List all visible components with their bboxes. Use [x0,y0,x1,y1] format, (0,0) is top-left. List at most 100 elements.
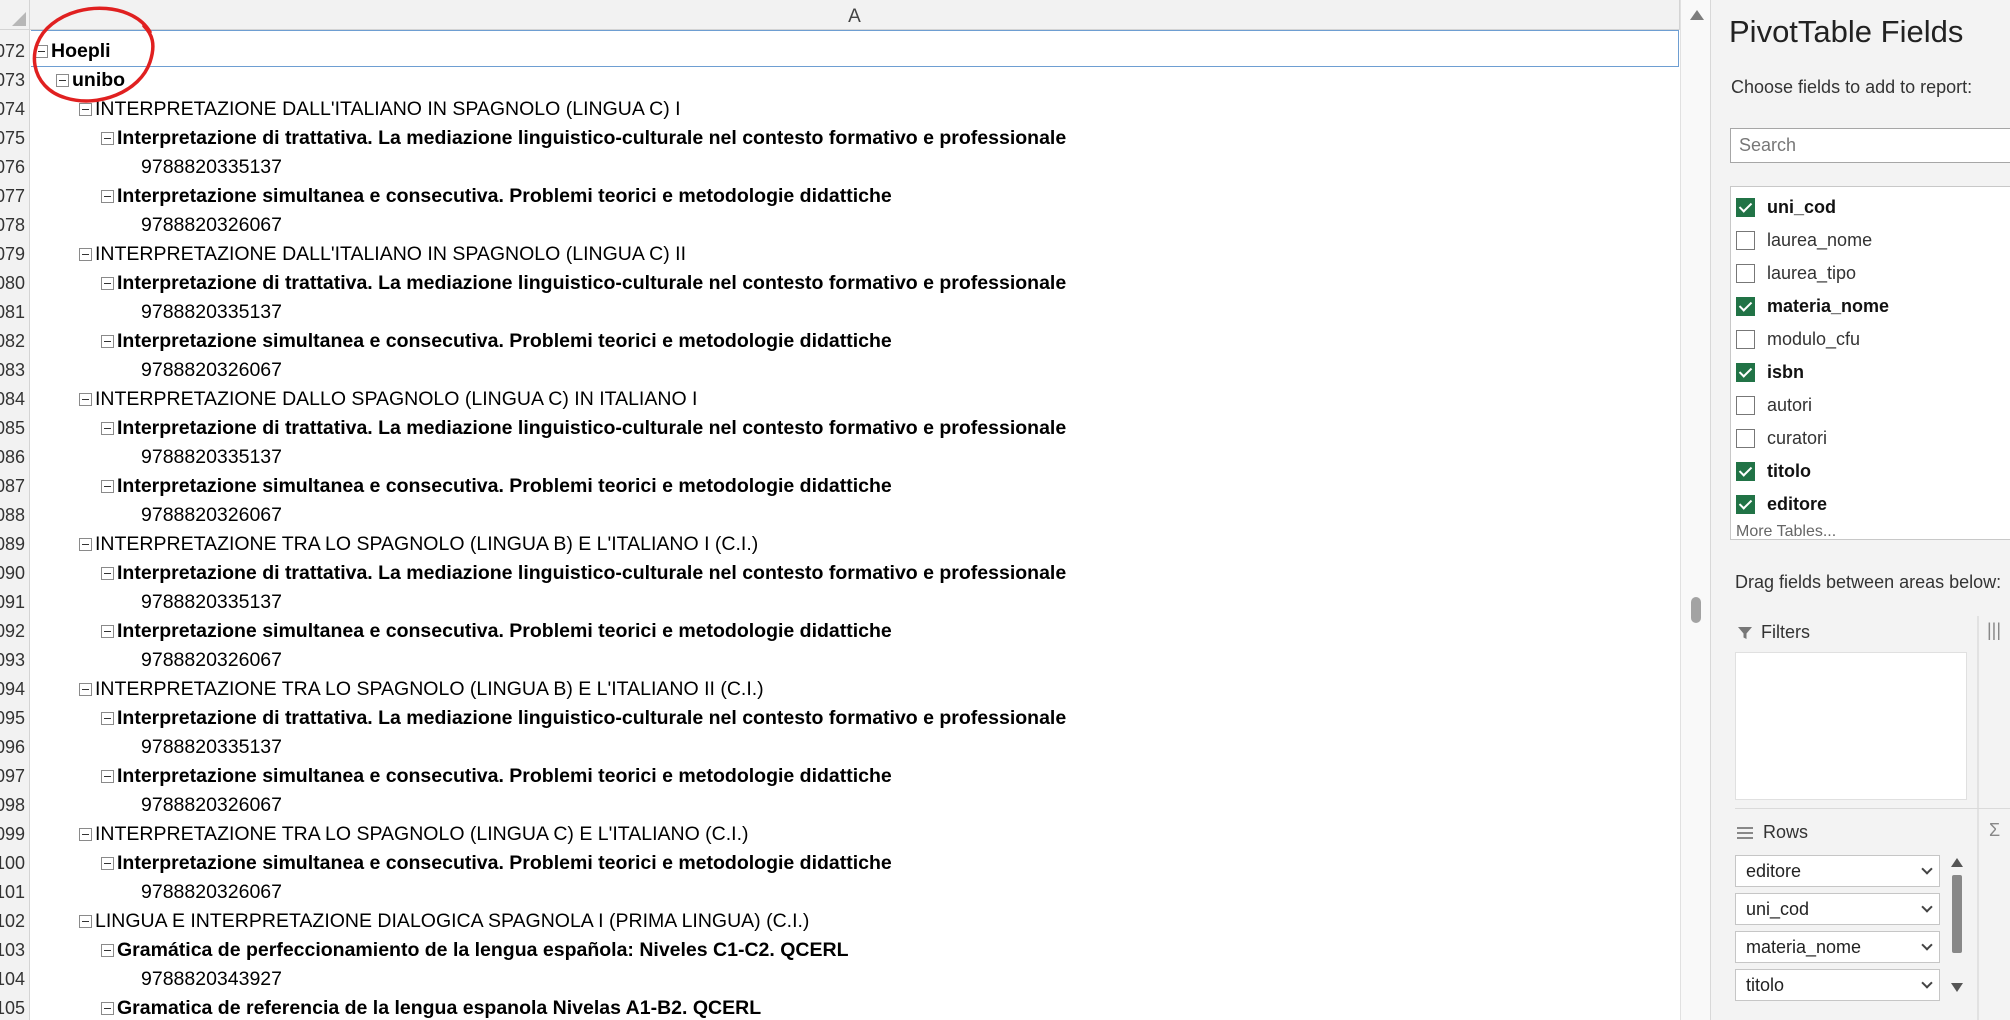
row-number[interactable]: 077 [0,182,25,211]
column-header-a[interactable]: A [30,0,1680,30]
pivot-row-level-4[interactable]: 9788820326067 [141,791,282,820]
row-number[interactable]: 104 [0,965,25,994]
rows-scrollbar-thumb[interactable] [1952,875,1962,953]
field-item[interactable]: curatori [1731,422,2010,455]
row-number[interactable]: 081 [0,298,25,327]
collapse-icon[interactable] [101,422,114,435]
filters-drop-area[interactable] [1735,652,1967,800]
pivot-row-level-1[interactable]: unibo [56,66,125,95]
row-number[interactable]: 089 [0,530,25,559]
chevron-down-icon[interactable] [1921,939,1933,951]
field-item[interactable]: uni_cod [1731,191,2010,224]
pivot-row-level-2[interactable]: INTERPRETAZIONE TRA LO SPAGNOLO (LINGUA … [79,675,764,704]
collapse-icon[interactable] [101,712,114,725]
row-number[interactable]: 092 [0,617,25,646]
row-number[interactable]: 096 [0,733,25,762]
scroll-up-icon[interactable] [1951,858,1963,867]
collapse-icon[interactable] [101,567,114,580]
row-number[interactable]: 095 [0,704,25,733]
field-item[interactable]: materia_nome [1731,290,2010,323]
collapse-icon[interactable] [35,45,48,58]
rows-field-button[interactable]: editore [1735,855,1940,887]
row-number[interactable]: 097 [0,762,25,791]
pivot-row-level-3[interactable]: Interpretazione di trattativa. La mediaz… [101,269,1066,298]
row-number[interactable]: 083 [0,356,25,385]
collapse-icon[interactable] [101,1002,114,1015]
collapse-icon[interactable] [101,190,114,203]
row-number[interactable]: 099 [0,820,25,849]
row-number[interactable]: 085 [0,414,25,443]
chevron-down-icon[interactable] [1921,901,1933,913]
pivot-row-level-2[interactable]: INTERPRETAZIONE DALL'ITALIANO IN SPAGNOL… [79,95,681,124]
pivot-row-level-4[interactable]: 9788820326067 [141,646,282,675]
pivot-row-level-3[interactable]: Interpretazione simultanea e consecutiva… [101,327,892,356]
scroll-down-icon[interactable] [1951,983,1963,992]
pivot-row-level-4[interactable]: 9788820335137 [141,733,282,762]
pivot-row-level-2[interactable]: INTERPRETAZIONE DALL'ITALIANO IN SPAGNOL… [79,240,686,269]
row-number[interactable]: 086 [0,443,25,472]
row-number[interactable]: 087 [0,472,25,501]
rows-field-button[interactable]: uni_cod [1735,893,1940,925]
row-number[interactable]: 079 [0,240,25,269]
collapse-icon[interactable] [79,103,92,116]
checkbox-icon[interactable] [1736,231,1755,250]
field-item[interactable]: isbn [1731,356,2010,389]
field-item[interactable]: laurea_nome [1731,224,2010,257]
rows-field-button[interactable]: titolo [1735,969,1940,1001]
collapse-icon[interactable] [101,335,114,348]
pivot-row-level-3[interactable]: Gramatica de referencia de la lengua esp… [101,994,761,1020]
collapse-icon[interactable] [101,625,114,638]
row-number[interactable]: 080 [0,269,25,298]
checkbox-icon[interactable] [1736,330,1755,349]
row-number[interactable]: 100 [0,849,25,878]
collapse-icon[interactable] [79,393,92,406]
select-all-corner[interactable] [0,0,30,30]
checkbox-icon[interactable] [1736,363,1755,382]
row-number[interactable]: 075 [0,124,25,153]
pivot-row-level-2[interactable]: INTERPRETAZIONE DALLO SPAGNOLO (LINGUA C… [79,385,697,414]
row-number[interactable]: 072 [0,37,25,66]
row-number[interactable]: 084 [0,385,25,414]
pivot-row-level-3[interactable]: Interpretazione di trattativa. La mediaz… [101,414,1066,443]
pivot-row-level-2[interactable]: INTERPRETAZIONE TRA LO SPAGNOLO (LINGUA … [79,530,758,559]
row-number[interactable]: 088 [0,501,25,530]
collapse-icon[interactable] [56,74,69,87]
chevron-down-icon[interactable] [1921,863,1933,875]
pivot-row-level-3[interactable]: Interpretazione simultanea e consecutiva… [101,849,892,878]
row-number[interactable]: 074 [0,95,25,124]
field-item[interactable]: laurea_tipo [1731,257,2010,290]
collapse-icon[interactable] [79,915,92,928]
pivot-row-level-3[interactable]: Interpretazione simultanea e consecutiva… [101,617,892,646]
pivot-row-level-3[interactable]: Interpretazione simultanea e consecutiva… [101,762,892,791]
more-tables-link[interactable]: More Tables... [1736,523,1836,539]
pivot-row-level-3[interactable]: Interpretazione di trattativa. La mediaz… [101,559,1066,588]
pivot-row-level-2[interactable]: INTERPRETAZIONE TRA LO SPAGNOLO (LINGUA … [79,820,748,849]
collapse-icon[interactable] [101,480,114,493]
field-item[interactable]: titolo [1731,455,2010,488]
row-number[interactable]: 102 [0,907,25,936]
collapse-icon[interactable] [101,277,114,290]
scroll-up-icon[interactable] [1690,10,1704,20]
pivot-row-level-3[interactable]: Interpretazione di trattativa. La mediaz… [101,124,1066,153]
pivot-row-level-4[interactable]: 9788820335137 [141,298,282,327]
chevron-down-icon[interactable] [1921,977,1933,989]
field-search-input[interactable] [1730,128,2010,163]
checkbox-icon[interactable] [1736,198,1755,217]
row-number[interactable]: 091 [0,588,25,617]
collapse-icon[interactable] [101,944,114,957]
pivot-row-level-4[interactable]: 9788820343927 [141,965,282,994]
checkbox-icon[interactable] [1736,462,1755,481]
row-number[interactable]: 093 [0,646,25,675]
checkbox-icon[interactable] [1736,264,1755,283]
rows-scrollbar[interactable] [1949,855,1965,995]
pivot-row-level-3[interactable]: Interpretazione di trattativa. La mediaz… [101,704,1066,733]
row-number[interactable]: 076 [0,153,25,182]
collapse-icon[interactable] [101,132,114,145]
checkbox-icon[interactable] [1736,429,1755,448]
pivot-row-level-4[interactable]: 9788820326067 [141,211,282,240]
pivot-row-level-3[interactable]: Interpretazione simultanea e consecutiva… [101,182,892,211]
pivot-row-level-0[interactable]: Hoepli [35,37,111,66]
scrollbar-thumb[interactable] [1691,597,1701,623]
vertical-scrollbar[interactable] [1680,0,1710,1020]
pivot-row-level-4[interactable]: 9788820326067 [141,356,282,385]
